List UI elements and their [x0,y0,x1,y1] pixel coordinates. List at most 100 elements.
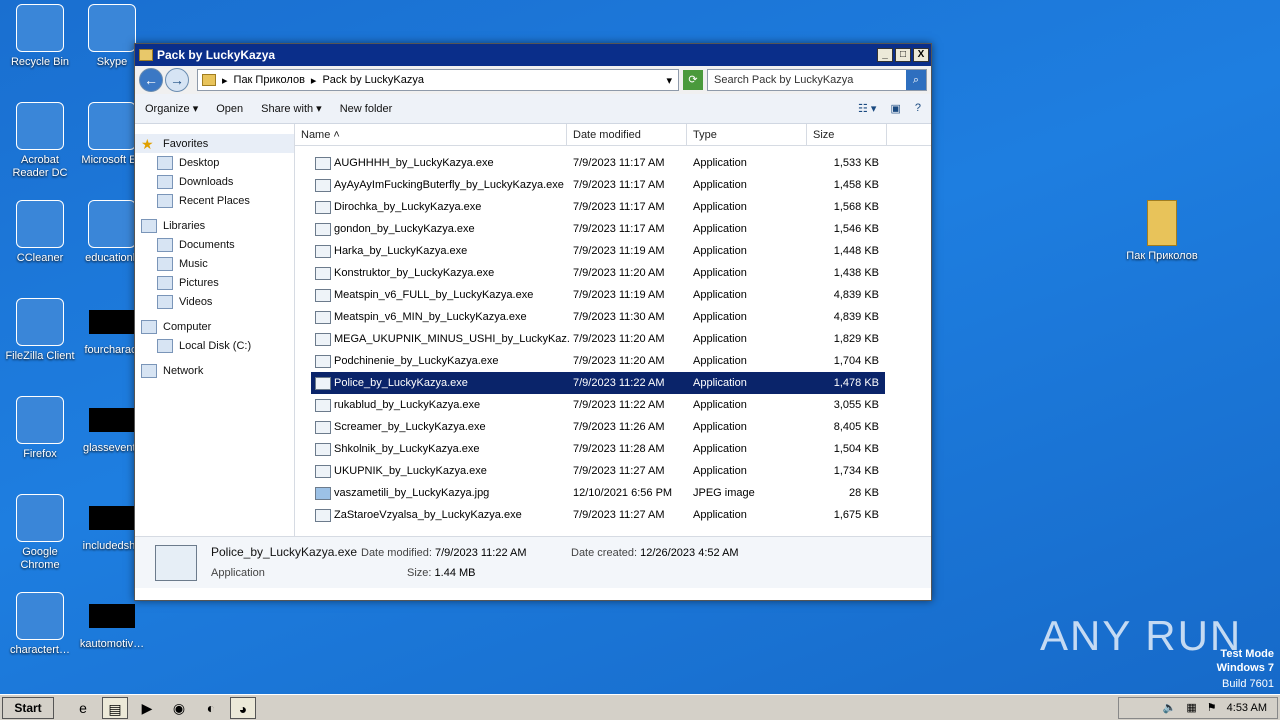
breadcrumb-current[interactable]: Pack by LuckyKazya [322,74,424,86]
back-arrow-icon[interactable]: ← [139,68,163,92]
file-row[interactable]: Harka_by_LuckyKazya.exe 7/9/2023 11:19 AM… [311,240,885,262]
help-icon[interactable]: ? [915,102,921,115]
volume-icon[interactable]: 🔈 [1163,701,1177,714]
share-with-button[interactable]: Share with ▾ [261,102,322,115]
file-name: Meatspin_v6_FULL_by_LuckyKazya.exe [334,289,534,301]
search-input[interactable]: Search Pack by LuckyKazya ⌕ [707,69,927,91]
nav-item[interactable]: Local Disk (C:) [135,336,294,355]
file-row[interactable]: Konstruktor_by_LuckyKazya.exe 7/9/2023 11… [311,262,885,284]
file-row[interactable]: Police_by_LuckyKazya.exe 7/9/2023 11:22 A… [311,372,885,394]
file-row[interactable]: Podchinenie_by_LuckyKazya.exe 7/9/2023 11… [311,350,885,372]
clock[interactable]: 4:53 AM [1227,702,1267,714]
file-type: Application [693,509,747,521]
file-icon [89,506,135,530]
file-row[interactable]: gondon_by_LuckyKazya.exe 7/9/2023 11:17 A… [311,218,885,240]
nav-item[interactable]: Music [135,254,294,273]
folder-icon [157,294,173,309]
column-header-size[interactable]: Size [807,124,887,145]
desktop-icon[interactable]: FileZilla Client [2,298,78,363]
media-player-icon[interactable]: ▶ [134,697,160,719]
start-button[interactable]: Start [2,696,54,719]
edge-icon[interactable]: ◐ [198,697,224,719]
application-file-icon [315,354,331,368]
nav-item[interactable]: Desktop [135,153,294,172]
forward-arrow-icon[interactable]: → [165,68,189,92]
application-file-icon [315,156,331,170]
nav-favorites[interactable]: ★ Favorites [135,134,294,153]
network-tray-icon[interactable]: ▦ [1186,701,1196,714]
column-header-type[interactable]: Type [687,124,807,145]
nav-item[interactable]: Documents [135,235,294,254]
file-row[interactable]: Shkolnik_by_LuckyKazya.exe 7/9/2023 11:28… [311,438,885,460]
libraries-icon [141,218,157,233]
file-name-cell: MEGA_UKUPNIK_MINUS_USHI_by_LuckyKaz... [311,332,569,346]
file-row[interactable]: Meatspin_v6_FULL_by_LuckyKazya.exe 7/9/20… [311,284,885,306]
open-button[interactable]: Open [216,103,243,115]
nav-item[interactable]: Pictures [135,273,294,292]
chrome-icon[interactable]: ◉ [166,697,192,719]
file-type: Application [693,333,747,345]
sort-arrow-icon: ˄ [333,129,340,141]
desktop-icon-pak-prikolov[interactable]: Пак Приколов [1122,200,1202,263]
application-file-icon [315,222,331,236]
file-type: Application [693,311,747,323]
maximize-button[interactable]: □ [895,48,911,62]
window-titlebar[interactable]: Pack by LuckyKazya _ □ X [135,44,931,66]
folder-icon [157,237,173,252]
file-row[interactable]: ZaStaroeVzyalsa_by_LuckyKazya.exe 7/9/202… [311,504,885,526]
internet-explorer-icon[interactable]: e [70,697,96,719]
firefox-icon[interactable]: ◕ [230,696,256,719]
close-button[interactable]: X [913,48,929,62]
file-date: 7/9/2023 11:17 AM [573,223,665,235]
file-row[interactable]: Meatspin_v6_MIN_by_LuckyKazya.exe 7/9/202… [311,306,885,328]
flag-icon[interactable]: ⚑ [1207,701,1217,714]
desktop-icon[interactable]: Firefox [2,396,78,461]
address-bar[interactable]: ▸ Пак Приколов ▸ Pack by LuckyKazya ▾ [197,69,679,91]
new-folder-button[interactable]: New folder [340,103,393,115]
refresh-icon[interactable]: ⟳ [683,70,703,90]
desktop-icon[interactable]: Acrobat Reader DC [2,102,78,180]
view-options-icon[interactable]: ☷ ▾ [858,102,876,115]
breadcrumb-separator-icon: ▸ [222,74,228,87]
nav-item[interactable]: Recent Places [135,191,294,210]
explorer-window[interactable]: Pack by LuckyKazya _ □ X ← → ▸ Пак Прико… [134,43,932,601]
desktop-icon-label: charactert… [10,644,70,656]
folder-icon [157,256,173,271]
file-row[interactable]: Screamer_by_LuckyKazya.exe 7/9/2023 11:26… [311,416,885,438]
column-header-date[interactable]: Date modified [567,124,687,145]
file-type: JPEG image [693,487,755,499]
file-row[interactable]: AyAyAyImFuckingButerfly_by_LuckyKazya.ex… [311,174,885,196]
explorer-taskbar-icon[interactable]: ▤ [102,696,128,719]
nav-computer[interactable]: Computer [135,317,294,336]
file-name: MEGA_UKUPNIK_MINUS_USHI_by_LuckyKaz... [334,333,569,345]
breadcrumb-pak-prikolov[interactable]: Пак Приколов [234,74,305,86]
minimize-button[interactable]: _ [877,48,893,62]
file-size: 1,829 KB [833,333,879,345]
nav-item[interactable]: Videos [135,292,294,311]
file-row[interactable]: vaszametili_by_LuckyKazya.jpg 12/10/2021 … [311,482,885,504]
search-icon[interactable]: ⌕ [906,70,926,90]
column-header-name[interactable]: Name ˄ [295,124,567,145]
nav-network[interactable]: Network [135,361,294,380]
desktop-icon[interactable]: charactert… [2,592,78,657]
file-date: 7/9/2023 11:30 AM [573,311,665,323]
file-row[interactable]: rukablud_by_LuckyKazya.exe 7/9/2023 11:22… [311,394,885,416]
file-date: 7/9/2023 11:22 AM [573,377,665,389]
folder-icon [157,338,173,353]
file-row[interactable]: Dirochka_by_LuckyKazya.exe 7/9/2023 11:17… [311,196,885,218]
nav-item[interactable]: Downloads [135,172,294,191]
file-row[interactable]: MEGA_UKUPNIK_MINUS_USHI_by_LuckyKaz... 7/… [311,328,885,350]
file-type: Application [693,223,747,235]
desktop-icon[interactable]: Google Chrome [2,494,78,572]
desktop-icon[interactable]: Recycle Bin [2,4,78,69]
file-row[interactable]: UKUPNIK_by_LuckyKazya.exe 7/9/2023 11:27 … [311,460,885,482]
organize-button[interactable]: Organize ▾ [145,102,198,115]
desktop-icon[interactable]: CCleaner [2,200,78,265]
file-name: Konstruktor_by_LuckyKazya.exe [334,267,495,279]
preview-pane-icon[interactable]: ▣ [890,102,900,115]
desktop-icon-label: Firefox [23,448,57,460]
file-name: Shkolnik_by_LuckyKazya.exe [334,443,480,455]
nav-libraries[interactable]: Libraries [135,216,294,235]
chevron-down-icon[interactable]: ▾ [666,74,672,87]
file-row[interactable]: AUGHHHH_by_LuckyKazya.exe 7/9/2023 11:17 … [311,152,885,174]
